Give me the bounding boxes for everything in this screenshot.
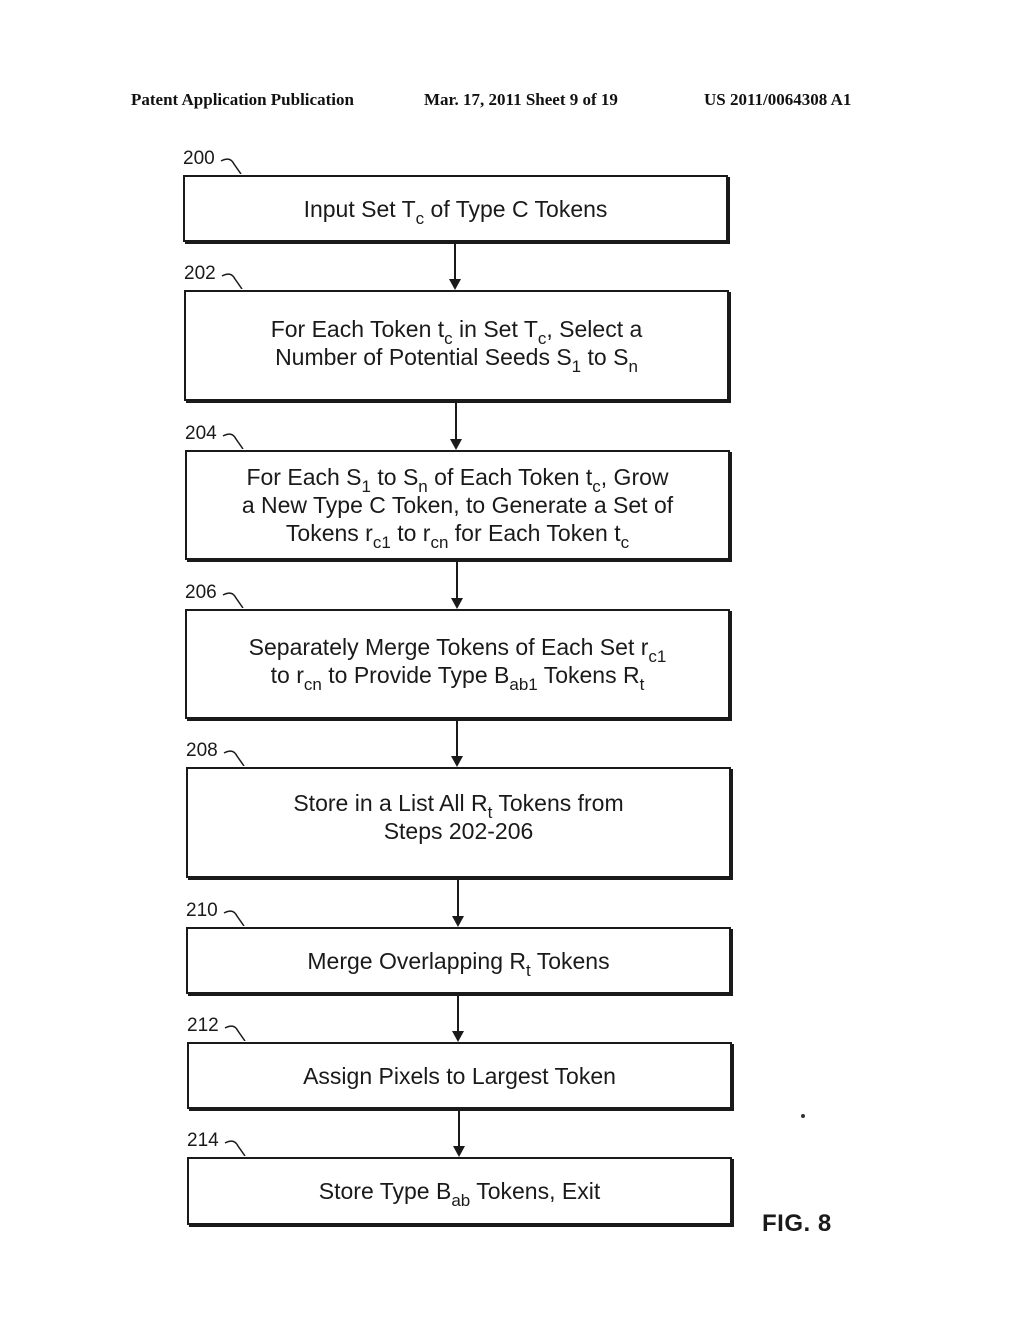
step-text-line: Store in a List All Rt Tokens from: [293, 789, 624, 821]
step-text-line: Number of Potential Seeds S1 to Sn: [275, 343, 638, 375]
step-ref-number: 200: [183, 148, 215, 169]
text-segment: Tokens, Exit: [470, 1178, 601, 1204]
leader-line-icon: [223, 910, 245, 926]
step-ref-number: 206: [185, 582, 217, 603]
page-header: Patent Application Publication Mar. 17, …: [0, 90, 1024, 112]
text-segment: Assign Pixels to Largest Token: [303, 1062, 616, 1089]
step-box-206: Separately Merge Tokens of Each Set rc1 t…: [185, 609, 730, 719]
text-segment: Merge Overlapping R: [307, 947, 526, 974]
text-segment: , Grow: [600, 464, 669, 490]
text-segment: Steps 202-206: [383, 817, 534, 844]
step-ref-number: 214: [187, 1130, 219, 1151]
step-box-208: Store in a List All Rt Tokens from Steps …: [186, 767, 731, 878]
subscript: c: [620, 533, 630, 552]
text-segment: of Each Token t: [427, 464, 593, 490]
leader-line-icon: [222, 592, 244, 608]
step-text-line: Assign Pixels to Largest Token: [303, 1062, 616, 1090]
publication-type: Patent Application Publication: [131, 90, 354, 109]
step-text-line: to rcn to Provide Type Bab1 Tokens Rt: [270, 661, 645, 693]
text-segment: a New Type C Token, to Generate a Set of: [241, 492, 674, 518]
text-segment: Tokens from: [492, 789, 624, 816]
text-segment: to r: [390, 520, 431, 546]
step-ref-number: 202: [184, 263, 216, 284]
text-segment: Tokens R: [537, 662, 640, 688]
text-segment: Separately Merge Tokens of Each Set r: [248, 634, 649, 660]
flow-arrow-icon: [452, 880, 464, 927]
step-box-200: Input Set Tc of Type C Tokens: [183, 175, 728, 242]
text-segment: Input Set T: [303, 195, 416, 222]
leader-line-icon: [224, 1140, 246, 1156]
step-box-204: For Each S1 to Sn of Each Token tc, Grow…: [185, 450, 730, 560]
text-segment: , Select a: [546, 315, 643, 342]
step-ref-number: 204: [185, 423, 217, 444]
publication-date-sheet: Mar. 17, 2011 Sheet 9 of 19: [424, 90, 618, 109]
step-text-line: For Each S1 to Sn of Each Token tc, Grow: [246, 463, 669, 495]
step-text-line: Separately Merge Tokens of Each Set rc1: [248, 633, 667, 665]
text-segment: Store in a List All R: [293, 789, 488, 816]
subscript: c1: [372, 533, 391, 552]
scan-speck: [801, 1114, 805, 1118]
step-text-line: Merge Overlapping Rt Tokens: [307, 947, 610, 979]
subscript: 1: [571, 356, 582, 376]
subscript: c1: [648, 647, 667, 666]
subscript: ab1: [509, 675, 538, 694]
text-segment: of Type C Tokens: [424, 195, 608, 222]
flow-arrow-icon: [451, 562, 463, 609]
leader-line-icon: [221, 273, 243, 289]
text-segment: for Each Token t: [448, 520, 621, 546]
publication-number: US 2011/0064308 A1: [704, 90, 852, 109]
subscript: n: [628, 356, 638, 376]
step-text-line: a New Type C Token, to Generate a Set of: [242, 491, 673, 519]
flow-arrow-icon: [449, 244, 461, 290]
text-segment: Tokens: [530, 947, 610, 974]
text-segment: For Each Token t: [270, 315, 445, 342]
step-ref-number: 212: [187, 1015, 219, 1036]
text-segment: For Each S: [246, 464, 362, 490]
subscript: c: [415, 208, 425, 228]
subscript: cn: [303, 675, 322, 694]
flow-arrow-icon: [450, 403, 462, 450]
step-box-214: Store Type Bab Tokens, Exit: [187, 1157, 732, 1225]
step-text-line: For Each Token tc in Set Tc, Select a: [270, 315, 643, 347]
leader-line-icon: [220, 158, 242, 174]
step-box-212: Assign Pixels to Largest Token: [187, 1042, 732, 1109]
step-text-line: Tokens rc1 to rcn for Each Token tc: [285, 519, 629, 551]
flow-arrow-icon: [452, 996, 464, 1042]
text-segment: Number of Potential Seeds S: [275, 343, 572, 370]
text-segment: to S: [581, 343, 629, 370]
subscript: cn: [430, 533, 449, 552]
leader-line-icon: [222, 433, 244, 449]
flow-arrow-icon: [453, 1111, 465, 1157]
subscript: t: [639, 675, 645, 694]
text-segment: Store Type B: [318, 1178, 452, 1204]
step-text-line: Steps 202-206: [384, 817, 534, 845]
text-segment: to Provide Type B: [321, 662, 510, 688]
step-ref-number: 210: [186, 900, 218, 921]
step-box-202: For Each Token tc in Set Tc, Select a Num…: [184, 290, 729, 401]
text-segment: in Set T: [452, 315, 538, 342]
step-ref-number: 208: [186, 740, 218, 761]
flow-arrow-icon: [451, 721, 463, 767]
text-segment: to S: [370, 464, 419, 490]
text-segment: Tokens r: [285, 520, 373, 546]
subscript: ab: [451, 1191, 471, 1210]
step-text-line: Input Set Tc of Type C Tokens: [303, 195, 608, 227]
figure-label: FIG. 8: [762, 1210, 832, 1237]
step-text-line: Store Type Bab Tokens, Exit: [318, 1177, 601, 1209]
leader-line-icon: [224, 1025, 246, 1041]
text-segment: to r: [270, 662, 304, 688]
step-box-210: Merge Overlapping Rt Tokens: [186, 927, 731, 994]
leader-line-icon: [223, 750, 245, 766]
